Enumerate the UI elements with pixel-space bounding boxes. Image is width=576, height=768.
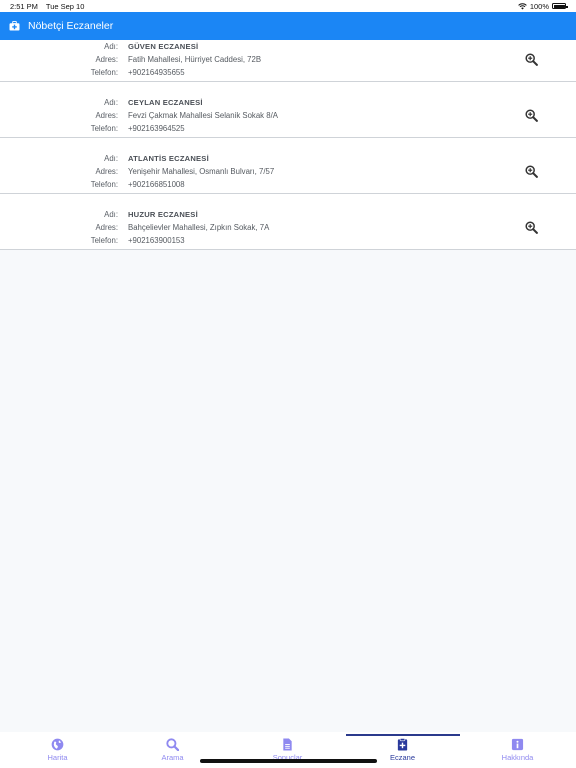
pharmacy-address: Fevzi Çakmak Mahallesi Selanik Sokak 8/A	[128, 111, 278, 120]
tab-label: Arama	[161, 753, 184, 762]
zoom-in-icon[interactable]	[525, 109, 538, 122]
list-item: Adı: ATLANTİS ECZANESİ Adres: Yenişehir Ma…	[0, 138, 576, 194]
tab-label: Hakkında	[501, 753, 534, 762]
zoom-in-icon[interactable]	[525, 221, 538, 234]
status-date: Tue Sep 10	[45, 1, 85, 11]
info-icon	[511, 738, 524, 751]
pharmacy-name: CEYLAN ECZANESİ	[128, 98, 203, 107]
phone-label: Telefon:	[90, 180, 118, 189]
pharmacy-name: HUZUR ECZANESİ	[128, 210, 198, 219]
tab-hakkinda[interactable]: Hakkında	[460, 738, 575, 766]
pharmacy-phone[interactable]: +902163964525	[128, 124, 185, 133]
phone-label: Telefon:	[90, 236, 118, 245]
page-title: Nöbetçi Eczaneler	[28, 20, 114, 32]
name-label: Adı:	[104, 154, 118, 163]
pharmacy-address: Bahçelievler Mahallesi, Zıpkın Sokak, 7A	[128, 223, 270, 232]
wifi-icon	[518, 2, 527, 9]
name-label: Adı:	[104, 42, 118, 51]
address-label: Adres:	[95, 55, 118, 64]
list-item: Adı: HUZUR ECZANESİ Adres: Bahçelievler Ma…	[0, 194, 576, 250]
zoom-in-icon[interactable]	[525, 165, 538, 178]
active-tab-indicator	[346, 734, 460, 736]
battery-icon	[552, 3, 568, 9]
tab-harita[interactable]: Harita	[0, 738, 115, 766]
list-item: Adı: CEYLAN ECZANESİ Adres: Fevzi Çakmak M…	[0, 82, 576, 138]
address-label: Adres:	[95, 223, 118, 232]
pharmacy-address: Fatih Mahallesi, Hürriyet Caddesi, 72B	[128, 55, 262, 64]
pharmacy-phone[interactable]: +902166851008	[128, 180, 185, 189]
address-label: Adres:	[95, 111, 118, 120]
phone-label: Telefon:	[90, 124, 118, 133]
globe-icon	[51, 738, 64, 751]
address-label: Adres:	[95, 167, 118, 176]
name-label: Adı:	[104, 210, 118, 219]
clipboard-plus-icon	[397, 738, 408, 751]
phone-label: Telefon:	[90, 68, 118, 77]
pharmacy-list: Adı: GÜVEN ECZANESİ Adres: Fatih Mahallesi…	[0, 40, 576, 250]
navbar: Nöbetçi Eczaneler	[0, 12, 576, 40]
pharmacy-name: GÜVEN ECZANESİ	[128, 42, 199, 51]
home-indicator[interactable]	[200, 759, 377, 763]
document-icon	[283, 738, 292, 751]
zoom-in-icon[interactable]	[525, 53, 538, 66]
search-icon	[166, 738, 179, 751]
pharmacy-phone[interactable]: +902164935655	[128, 68, 185, 77]
pharmacy-phone[interactable]: +902163900153	[128, 236, 185, 245]
status-time: 2:51 PM	[10, 1, 38, 11]
status-bar: 2:51 PM Tue Sep 10 100%	[0, 0, 576, 12]
pharmacy-name: ATLANTİS ECZANESİ	[128, 154, 209, 163]
list-item: Adı: GÜVEN ECZANESİ Adres: Fatih Mahallesi…	[0, 40, 576, 82]
name-label: Adı:	[104, 98, 118, 107]
medical-kit-icon	[9, 21, 20, 31]
tab-label: Eczane	[389, 753, 416, 762]
tab-label: Harita	[47, 753, 68, 762]
pharmacy-address: Yenişehir Mahallesi, Osmanlı Bulvarı, 7/…	[128, 167, 275, 176]
battery-percent: 100%	[529, 1, 549, 11]
